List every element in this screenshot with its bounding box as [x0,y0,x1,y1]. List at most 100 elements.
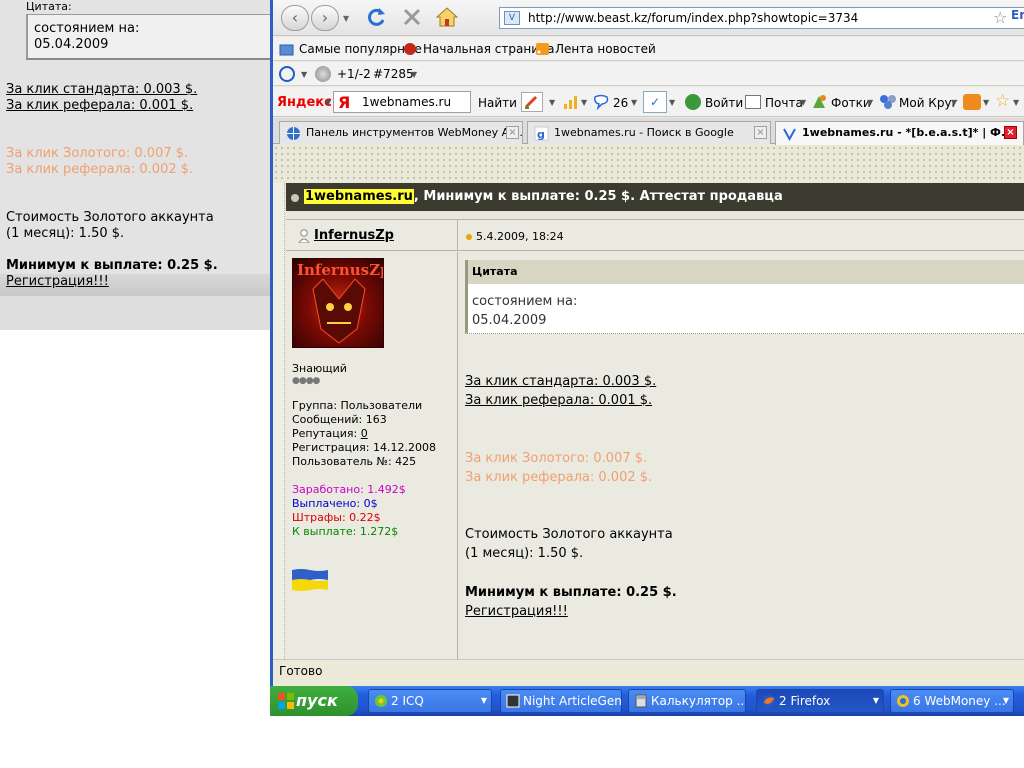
ext-blue-circle-icon[interactable] [279,66,295,82]
site-v-icon [783,128,796,141]
ext-number-dropdown-icon[interactable]: ▼ [411,70,417,79]
task-label: Калькулятор ... [651,694,746,708]
url-bar[interactable]: V http://www.beast.kz/forum/index.php?sh… [499,7,1024,29]
forward-arrow-icon: › [321,8,329,27]
bg-gold-click: За клик Золотого: 0.007 $. [6,146,189,161]
user-to-pay: К выплате: 1.272$ [292,525,399,538]
bg-link-referral[interactable]: За клик реферала: 0.001 $. [6,98,193,113]
tab-title: Панель инструментов WebMoney Ad... [306,126,523,139]
bg-lower-area [0,296,270,330]
signal-dropdown-icon[interactable]: ▼ [581,98,587,107]
mail-envelope-icon[interactable] [745,95,761,109]
tab-google-search[interactable]: g 1webnames.ru - Поиск в Google × [527,121,771,144]
my-circle-icon[interactable] [879,94,897,110]
status-bar: Готово [273,659,1024,686]
bg-register-link[interactable]: Регистрация!!! [6,274,109,289]
star-dropdown-icon[interactable]: ▼ [1013,98,1019,107]
bg-link-standard[interactable]: За клик стандарта: 0.003 $. [6,82,197,97]
reload-icon[interactable] [365,5,387,29]
highlight-marker-icon[interactable] [521,92,543,112]
post-min-payout: Минимум к выплате: 0.25 $. [465,585,677,600]
red-bird-icon [404,43,416,55]
page-viewport: 1webnames.ru, Минимум к выплате: 0.25 $.… [273,145,1024,659]
post-gold-referral: За клик реферала: 0.002 $. [465,470,653,485]
task-label: 6 WebMoney ... [913,694,1006,708]
date-bullet-icon [466,234,472,240]
tab-strip: Панель инструментов WebMoney Ad... × g 1… [273,118,1024,145]
ext-number[interactable]: #7285 [373,66,414,82]
count-dropdown-icon[interactable]: ▼ [631,98,637,107]
ext-dropdown-icon[interactable]: ▼ [301,70,307,79]
globe-icon[interactable] [315,66,331,82]
history-dropdown-icon[interactable]: ▼ [343,14,349,23]
user-number: Пользователь №: 425 [292,455,417,468]
yandex-photos-button[interactable]: Фотки [831,95,871,111]
tab-close-icon[interactable]: × [506,126,519,139]
yandex-menu-dropdown-icon[interactable]: ▼ [325,98,331,107]
forum-header-pattern [273,145,1024,183]
url-text: http://www.beast.kz/forum/index.php?show… [528,11,859,25]
stop-icon[interactable] [401,6,423,28]
forward-button[interactable]: › [311,5,339,31]
task-label: 2 ICQ [391,694,424,708]
user-posts: Сообщений: 163 [292,413,387,426]
bookmark-most-visited[interactable]: Самые популярные [279,41,422,57]
chat-bubble-icon[interactable] [593,94,609,111]
back-button[interactable]: ‹ [281,5,309,31]
quote-line: 05.04.2009 [472,313,547,328]
background-page-fragment: Цитата: состоянием на: 05.04.2009 За кли… [0,0,270,330]
photos-icon[interactable] [811,94,827,110]
bag-dropdown-icon[interactable]: ▼ [983,98,989,107]
user-earned: Заработано: 1.492$ [292,483,406,496]
rss-icon [536,43,549,55]
author-name-link[interactable]: InfernusZp [314,228,394,243]
bookmark-label: Лента новостей [555,42,656,56]
yandex-mail-button[interactable]: Почта [765,95,803,111]
post-gold-click: За клик Золотого: 0.007 $. [465,451,648,466]
start-button[interactable]: пуск [270,686,358,716]
photos-dropdown-icon[interactable]: ▼ [867,98,873,107]
status-text: Готово [279,664,323,678]
ext-counter[interactable]: +1/-2 [337,66,371,82]
yandex-search-input[interactable]: Я 1webnames.ru [333,91,471,113]
yandex-count[interactable]: 26 [613,95,628,111]
yandex-logo[interactable]: Яндекс [277,95,332,111]
signal-bars-icon[interactable] [563,94,579,110]
tab-close-icon[interactable]: × [754,126,767,139]
yandex-login-button[interactable]: Войти [705,95,743,111]
reputation-value-link[interactable]: 0 [361,427,368,440]
post-link-referral[interactable]: За клик реферала: 0.001 $. [465,391,652,410]
tab-webmoney[interactable]: Панель инструментов WebMoney Ad... × [279,121,523,144]
favorites-star-icon[interactable]: ☆ [995,91,1010,111]
task-articlegen[interactable]: Night ArticleGen [500,689,622,713]
login-key-icon[interactable] [685,94,701,110]
tab-close-icon[interactable]: × [1004,126,1017,139]
user-reputation: Репутация: 0 [292,427,368,441]
author-row-divider [457,220,458,251]
task-label: 2 Firefox [779,694,831,708]
tab-beast-forum[interactable]: 1webnames.ru - *[b.e.a.s.t]* | Ф... × [775,121,1024,145]
search-engine-label[interactable]: En [1011,8,1024,22]
bookmark-star-icon[interactable]: ☆ [993,8,1007,27]
post-link-standard[interactable]: За клик стандарта: 0.003 $. [465,372,656,391]
webmoney-icon [897,695,909,707]
orange-bag-icon[interactable] [963,94,981,110]
mail-dropdown-icon[interactable]: ▼ [800,98,806,107]
google-icon: g [534,126,549,141]
highlight-dropdown-icon[interactable]: ▼ [549,98,555,107]
post-register-link[interactable]: Регистрация!!! [465,602,568,621]
my-circle-dropdown-icon[interactable]: ▼ [951,98,957,107]
spellcheck-dropdown-icon[interactable]: ▼ [669,98,675,107]
task-calculator[interactable]: Калькулятор ... [628,689,746,713]
home-icon[interactable] [435,6,459,28]
yandex-find-button[interactable]: Найти [478,95,517,111]
yandex-my-circle-button[interactable]: Мой Круг [899,95,958,111]
bookmark-news-feed[interactable]: Лента новостей [535,41,656,57]
task-webmoney[interactable]: 6 WebMoney ... ▼ [890,689,1014,713]
site-favicon: V [504,11,520,25]
spellcheck-icon[interactable]: ✓ [643,91,667,113]
task-firefox[interactable]: 2 Firefox ▼ [756,689,884,713]
task-icq[interactable]: 2 ICQ ▼ [368,689,492,713]
bookmark-home-page[interactable]: Начальная страница [403,41,555,57]
topic-bullet-icon [291,194,299,202]
